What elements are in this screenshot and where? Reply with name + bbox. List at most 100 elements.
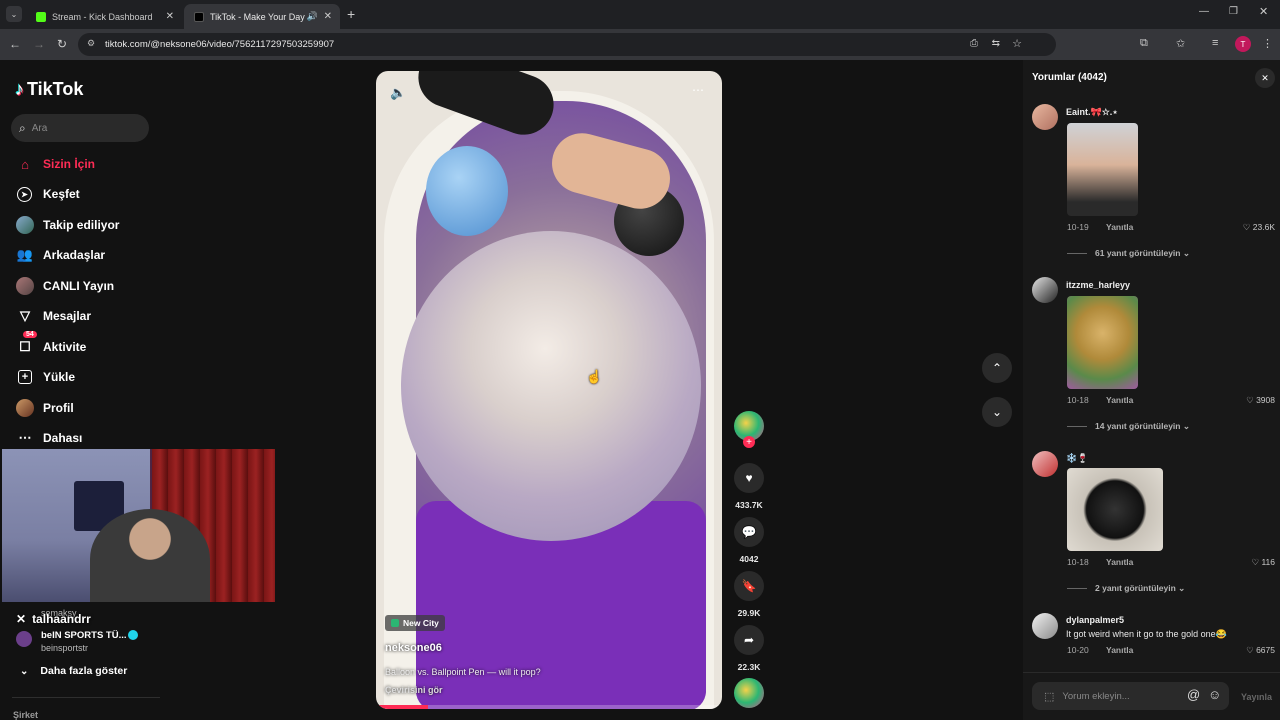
like-button[interactable]: ♥ [734, 463, 764, 493]
tab-title: Stream - Kick Dashboard [52, 11, 153, 22]
video-more-icon[interactable]: ⋯ [692, 83, 704, 97]
emoji-icon[interactable]: ☺ [1208, 687, 1221, 702]
sidebar-item-following[interactable]: Takip ediliyor [16, 215, 119, 235]
avatar[interactable] [1032, 451, 1058, 477]
close-window-icon[interactable]: ✕ [1259, 5, 1268, 18]
comment-username[interactable]: itzzme_harleyy [1066, 280, 1130, 290]
comment-username[interactable]: dylanpalmer5 [1066, 615, 1124, 625]
video-player[interactable]: 🔈 ⋯ New City neksone06 Balloon vs. Ballp… [376, 71, 722, 709]
comment-image[interactable] [1067, 296, 1138, 389]
view-replies[interactable]: 2 yanıt görüntüleyin ⌄ [1067, 583, 1185, 594]
sound-disc[interactable] [734, 678, 764, 708]
comment-image[interactable] [1067, 123, 1138, 216]
media-control-icon[interactable]: ≡ [1212, 37, 1218, 49]
minimize-icon[interactable]: — [1199, 6, 1209, 17]
sidebar-item-more[interactable]: ⋯ Dahası [16, 428, 83, 448]
reply-link[interactable]: Yanıtla [1106, 222, 1133, 232]
comment-likes[interactable]: ♡ 116 [1251, 557, 1275, 568]
previous-video-button[interactable]: ⌃ [982, 353, 1012, 383]
close-tab-icon[interactable]: ✕ [324, 11, 332, 22]
gift-icon[interactable]: ⬚ [1044, 690, 1054, 703]
verified-icon [128, 630, 138, 640]
comment-button[interactable]: 💬 [734, 517, 764, 547]
comment-likes[interactable]: ♡ 23.6K [1243, 222, 1275, 233]
menu-icon[interactable]: ⋮ [1262, 37, 1273, 50]
extensions-icon[interactable]: ⧉ [1140, 37, 1148, 50]
search-input[interactable]: ⌕ Ara [11, 114, 149, 142]
forward-icon[interactable]: → [33, 37, 45, 51]
tiktok-logo[interactable]: ♪ TikTok [15, 79, 83, 100]
close-comments-button[interactable]: ✕ [1255, 68, 1275, 88]
reload-icon[interactable]: ↻ [57, 37, 67, 51]
close-tab-icon[interactable]: ✕ [166, 11, 174, 22]
comment-likes[interactable]: ♡ 6675 [1246, 645, 1275, 656]
tab-kick-dashboard[interactable]: Stream - Kick Dashboard ✕ [26, 4, 182, 29]
reply-link[interactable]: Yanıtla [1106, 395, 1133, 405]
comment-username[interactable]: ❄️🍷 [1066, 453, 1088, 464]
sidebar-item-upload[interactable]: + Yükle [16, 367, 75, 387]
footer-company-link[interactable]: Şirket [13, 710, 38, 720]
search-icon: ⌕ [19, 120, 26, 135]
restore-icon[interactable]: ❐ [1229, 6, 1238, 17]
sidebar-item-profile[interactable]: Profil [16, 398, 74, 418]
view-replies[interactable]: 14 yanıt görüntüleyin ⌄ [1067, 421, 1190, 432]
new-tab-button[interactable]: + [347, 6, 355, 22]
close-icon: ✕ [1261, 72, 1269, 83]
tiktok-note-icon: ♪ [15, 79, 24, 99]
comment-input[interactable]: ⬚ Yorum ekleyin... @ ☺ [1032, 682, 1229, 710]
sidebar-item-live[interactable]: CANLI Yayın [16, 276, 114, 296]
sidebar-item-messages[interactable]: ▽ Mesajlar [16, 306, 91, 326]
mute-icon[interactable]: 🔈 [390, 85, 406, 101]
post-comment-button[interactable]: Yayınla [1241, 692, 1272, 702]
sidebar-item-activity[interactable]: ☐ 54 Aktivite [16, 331, 86, 357]
comment-username[interactable]: Eaint.🎀☆.⋆ [1066, 107, 1118, 118]
avatar[interactable] [1032, 613, 1058, 639]
tiktok-page: ♪ TikTok ⌕ Ara ⌂ Sizin İçin ➤ Keşfet Tak… [0, 60, 1280, 720]
next-video-button[interactable]: ⌄ [982, 397, 1012, 427]
following-account-bein[interactable]: beIN SPORTS TÜ... beinsportstr [16, 628, 246, 658]
favorites-icon[interactable]: ✩ [1176, 37, 1185, 50]
progress-track[interactable] [376, 705, 722, 709]
streamer-figure [90, 509, 210, 602]
comment-count: 4042 [739, 554, 759, 564]
view-replies[interactable]: 61 yanıt görüntüleyin ⌄ [1067, 248, 1190, 259]
audio-icon[interactable]: 🔊 [307, 11, 318, 22]
comments-panel: Yorumlar (4042) ✕ Eaint.🎀☆.⋆ 10-19 Yanıt… [1023, 60, 1280, 720]
tab-tiktok[interactable]: TikTok - Make Your Day 🔊 ✕ [184, 4, 340, 29]
heart-outline-icon: ♡ [1251, 557, 1262, 567]
site-info-icon[interactable]: ⚙ [87, 38, 95, 49]
mention-icon[interactable]: @ [1187, 687, 1200, 702]
chevron-down-icon: ⌄ [1182, 421, 1190, 431]
tab-title: TikTok - Make Your Day [210, 11, 305, 22]
sidebar-item-explore[interactable]: ➤ Keşfet [16, 184, 80, 204]
avatar[interactable] [1032, 277, 1058, 303]
translate-icon[interactable]: ⇆ [992, 38, 1000, 49]
sidebar-item-for-you[interactable]: ⌂ Sizin İçin [16, 154, 95, 174]
translate-link[interactable]: Çevirisini gör [385, 685, 443, 695]
comment-likes[interactable]: ♡ 3908 [1246, 395, 1275, 406]
share-button[interactable]: ➦ [734, 625, 764, 655]
divider-line [1067, 426, 1087, 428]
bookmark-star-icon[interactable]: ☆ [1012, 37, 1022, 50]
friends-icon: 👥 [16, 247, 34, 262]
share-icon: ➦ [743, 633, 755, 647]
back-icon[interactable]: ← [9, 37, 21, 51]
heart-icon: ♥ [745, 471, 753, 485]
comment-image[interactable] [1067, 468, 1163, 551]
reply-link[interactable]: Yanıtla [1106, 645, 1133, 655]
location-tag[interactable]: New City [385, 615, 445, 631]
address-bar[interactable]: ⚙ tiktok.com/@neksone06/video/7562117297… [78, 33, 1056, 56]
show-more-button[interactable]: ⌄ Daha fazla göster [20, 665, 127, 677]
save-button[interactable]: 🔖 [734, 571, 764, 601]
tab-search-icon[interactable]: ⌄ [6, 6, 22, 22]
bookmark-icon: 🔖 [741, 579, 757, 593]
profile-avatar[interactable]: T [1235, 36, 1251, 52]
sidebar-item-friends[interactable]: 👥 Arkadaşlar [16, 245, 105, 265]
reply-link[interactable]: Yanıtla [1106, 557, 1133, 567]
chevron-up-icon: ⌃ [991, 361, 1003, 375]
install-app-icon[interactable]: ⎙ [970, 38, 978, 49]
video-author[interactable]: neksone06 [385, 642, 442, 654]
follow-plus-icon[interactable]: + [743, 436, 755, 448]
url-text: tiktok.com/@neksone06/video/756211729750… [105, 39, 335, 50]
avatar[interactable] [1032, 104, 1058, 130]
